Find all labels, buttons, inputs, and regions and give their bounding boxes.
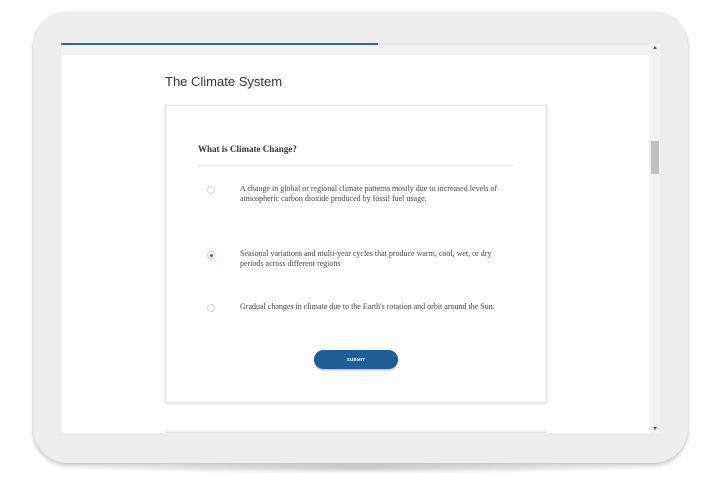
screen: The Climate System What is Climate Chang… (61, 43, 660, 433)
question-card: What is Climate Change? A change in glob… (165, 105, 547, 403)
top-bar (61, 45, 649, 55)
next-card (165, 432, 547, 433)
scroll-down-arrow-icon[interactable] (653, 427, 657, 430)
divider (198, 165, 513, 166)
radio-button[interactable] (207, 186, 215, 194)
page-title: The Climate System (165, 74, 283, 89)
radio-button[interactable] (207, 251, 215, 259)
device-shadow (60, 462, 660, 474)
scrollbar[interactable] (649, 43, 660, 433)
scroll-up-arrow-icon[interactable] (653, 46, 657, 49)
answer-option-label: Gradual changes in climate due to the Ea… (240, 302, 495, 311)
scrollbar-thumb[interactable] (651, 141, 659, 174)
answer-option-label: A change in global or regional climate p… (240, 184, 498, 203)
question-text: What is Climate Change? (198, 144, 297, 154)
radio-button[interactable] (207, 304, 215, 312)
answer-option-label: Seasonal variations and multi-year cycle… (240, 249, 492, 268)
submit-button[interactable]: SUBMIT (314, 350, 398, 369)
